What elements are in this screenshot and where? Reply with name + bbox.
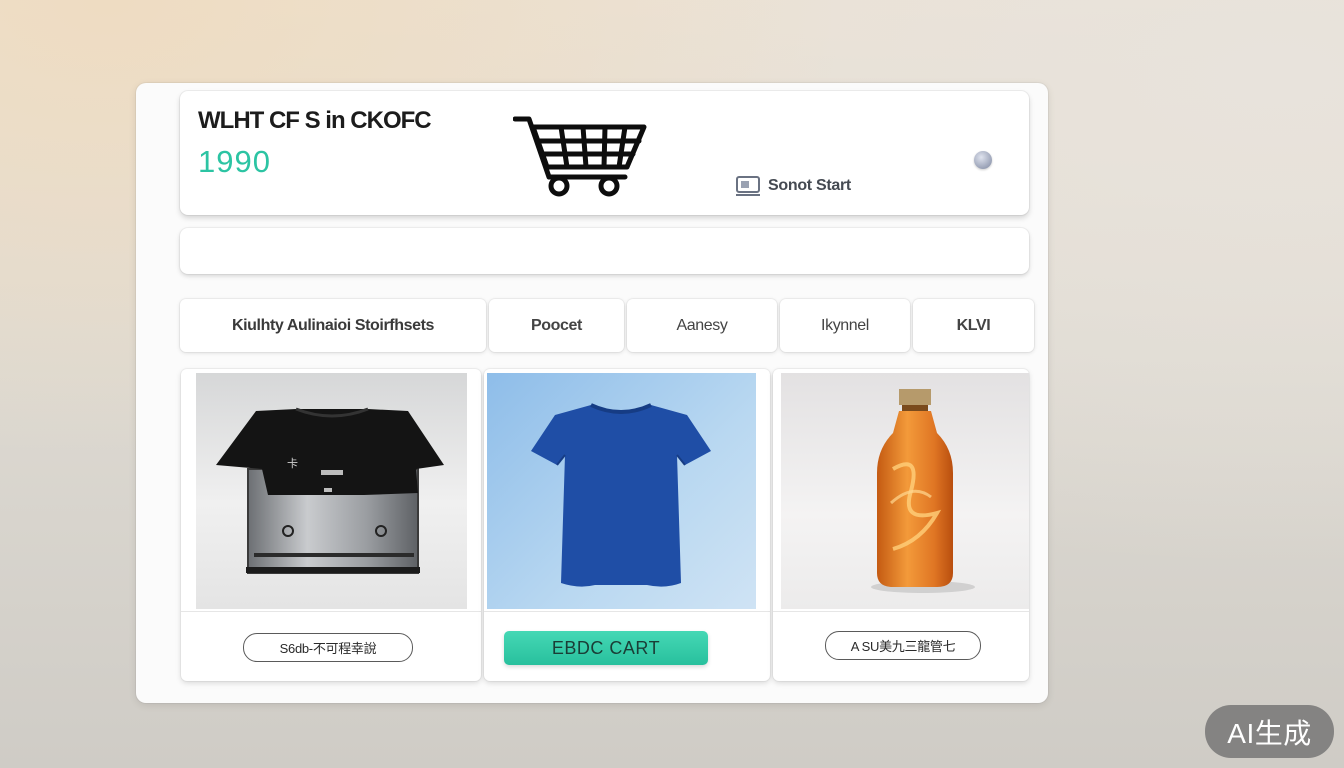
- card-divider: [484, 611, 770, 612]
- monitor-icon: [736, 176, 760, 196]
- product-1-button[interactable]: S6db-不可程幸說: [243, 633, 413, 662]
- card-divider: [773, 611, 1029, 612]
- product-image-orange-bottle[interactable]: [781, 373, 1029, 609]
- tab-category-2[interactable]: Poocet: [489, 299, 624, 352]
- add-to-cart-button[interactable]: EBDC CART: [504, 631, 708, 665]
- status-dot-icon[interactable]: [974, 151, 992, 169]
- tab-category-3[interactable]: Aanesy: [627, 299, 777, 352]
- start-label: Sonot Start: [768, 177, 851, 194]
- product-card-3[interactable]: A SU美九三龍管七: [773, 369, 1029, 681]
- orange-bottle-icon: [871, 389, 975, 593]
- svg-text:卡: 卡: [287, 457, 298, 470]
- product-image-tshirt-press[interactable]: 卡: [196, 373, 467, 609]
- product-card-2[interactable]: EBDC CART: [484, 369, 770, 681]
- ai-generated-badge: AI生成: [1205, 705, 1334, 758]
- search-input[interactable]: [180, 228, 1029, 274]
- product-image-blue-tshirt[interactable]: [487, 373, 756, 609]
- shopping-cart-icon: [513, 116, 647, 197]
- tab-category-5[interactable]: KLVI: [913, 299, 1034, 352]
- blue-tshirt-icon: [531, 403, 711, 587]
- tab-category-1[interactable]: Kiulhty Aulinaioi Stoirfhsets: [180, 299, 486, 352]
- start-link[interactable]: Sonot Start: [734, 175, 851, 197]
- store-title: WLHT CF S in CKOFC: [198, 107, 432, 134]
- tab-category-4[interactable]: Ikynnel: [780, 299, 910, 352]
- product-card-1[interactable]: 卡 S6db-不可程幸說: [181, 369, 481, 681]
- card-divider: [181, 611, 481, 612]
- product-3-button[interactable]: A SU美九三龍管七: [825, 631, 981, 660]
- store-header: WLHT CF S in CKOFC 1990 Sonot Start: [180, 91, 1029, 215]
- heat-press-tshirt-icon: 卡: [216, 407, 444, 574]
- store-number: 1990: [198, 144, 271, 179]
- category-tabs: Kiulhty Aulinaioi Stoirfhsets Poocet Aan…: [180, 299, 1034, 352]
